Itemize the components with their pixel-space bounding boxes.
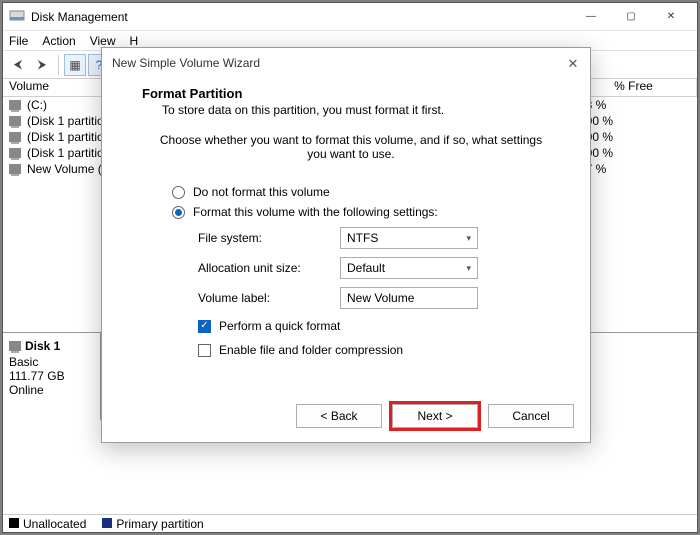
toolbar-separator bbox=[58, 55, 59, 75]
volume-label-label: Volume label: bbox=[198, 291, 340, 305]
file-system-select[interactable]: NTFS ▾ bbox=[340, 227, 478, 249]
legend-unallocated: Unallocated bbox=[9, 517, 86, 531]
allocation-unit-select[interactable]: Default ▾ bbox=[340, 257, 478, 279]
dialog-heading: Format Partition bbox=[142, 86, 560, 101]
menu-action[interactable]: Action bbox=[42, 34, 75, 48]
volume-label: (C:) bbox=[27, 98, 47, 112]
volume-icon bbox=[9, 148, 21, 158]
nav-forward-icon[interactable]: ⮞ bbox=[31, 54, 53, 76]
radio-icon bbox=[172, 206, 185, 219]
checkbox-icon: ✓ bbox=[198, 320, 211, 333]
dialog-titlebar: New Simple Volume Wizard ✕ bbox=[102, 48, 590, 78]
volume-icon bbox=[9, 116, 21, 126]
select-value: Default bbox=[347, 261, 385, 275]
menu-help[interactable]: H bbox=[130, 34, 139, 48]
volume-label: New Volume ( bbox=[27, 162, 102, 176]
volume-label-input[interactable]: New Volume bbox=[340, 287, 478, 309]
dialog-instructions: Choose whether you want to format this v… bbox=[152, 133, 550, 161]
legend: Unallocated Primary partition bbox=[3, 514, 697, 532]
disk-management-window: Disk Management — ▢ ✕ File Action View H… bbox=[2, 2, 698, 533]
radio-format-with-settings[interactable]: Format this volume with the following se… bbox=[172, 205, 560, 219]
disk-icon bbox=[9, 341, 21, 351]
new-simple-volume-wizard-dialog: New Simple Volume Wizard ✕ Format Partit… bbox=[101, 47, 591, 443]
radio-label: Do not format this volume bbox=[193, 185, 330, 199]
nav-back-icon[interactable]: ⮜ bbox=[7, 54, 29, 76]
volume-label: (Disk 1 partitio bbox=[27, 146, 104, 160]
dialog-close-icon[interactable]: ✕ bbox=[566, 56, 580, 70]
close-button[interactable]: ✕ bbox=[651, 4, 691, 30]
compression-checkbox[interactable]: Enable file and folder compression bbox=[198, 343, 560, 357]
select-value: NTFS bbox=[347, 231, 378, 245]
volume-icon bbox=[9, 100, 21, 110]
checkbox-label: Enable file and folder compression bbox=[219, 343, 403, 357]
radio-icon bbox=[172, 186, 185, 199]
volume-label: (Disk 1 partitio bbox=[27, 114, 104, 128]
dialog-subheading: To store data on this partition, you mus… bbox=[162, 103, 560, 117]
next-button[interactable]: Next > bbox=[392, 404, 478, 428]
toolbar-view-icon[interactable]: ▦ bbox=[64, 54, 86, 76]
allocation-unit-label: Allocation unit size: bbox=[198, 261, 340, 275]
cancel-button[interactable]: Cancel bbox=[488, 404, 574, 428]
disk-status: Online bbox=[9, 383, 94, 397]
disk-name: Disk 1 bbox=[25, 339, 60, 353]
disk-info[interactable]: Disk 1 Basic 111.77 GB Online bbox=[3, 333, 101, 420]
volume-label: (Disk 1 partitio bbox=[27, 130, 104, 144]
quick-format-checkbox[interactable]: ✓ Perform a quick format bbox=[198, 319, 560, 333]
maximize-button[interactable]: ▢ bbox=[611, 4, 651, 30]
disk-size: 111.77 GB bbox=[9, 369, 94, 383]
minimize-button[interactable]: — bbox=[571, 4, 611, 30]
menu-view[interactable]: View bbox=[90, 34, 116, 48]
radio-label: Format this volume with the following se… bbox=[193, 205, 438, 219]
window-title: Disk Management bbox=[31, 10, 571, 24]
radio-do-not-format[interactable]: Do not format this volume bbox=[172, 185, 560, 199]
checkbox-icon bbox=[198, 344, 211, 357]
back-button[interactable]: < Back bbox=[296, 404, 382, 428]
checkbox-label: Perform a quick format bbox=[219, 319, 340, 333]
chevron-down-icon: ▾ bbox=[466, 263, 471, 274]
input-value: New Volume bbox=[347, 291, 414, 305]
volume-icon bbox=[9, 164, 21, 174]
titlebar: Disk Management — ▢ ✕ bbox=[3, 3, 697, 31]
menu-file[interactable]: File bbox=[9, 34, 28, 48]
dialog-title: New Simple Volume Wizard bbox=[112, 56, 260, 70]
disk-management-icon bbox=[9, 9, 25, 25]
volume-icon bbox=[9, 132, 21, 142]
disk-type: Basic bbox=[9, 355, 94, 369]
chevron-down-icon: ▾ bbox=[466, 233, 471, 244]
file-system-label: File system: bbox=[198, 231, 340, 245]
legend-primary: Primary partition bbox=[102, 517, 203, 531]
